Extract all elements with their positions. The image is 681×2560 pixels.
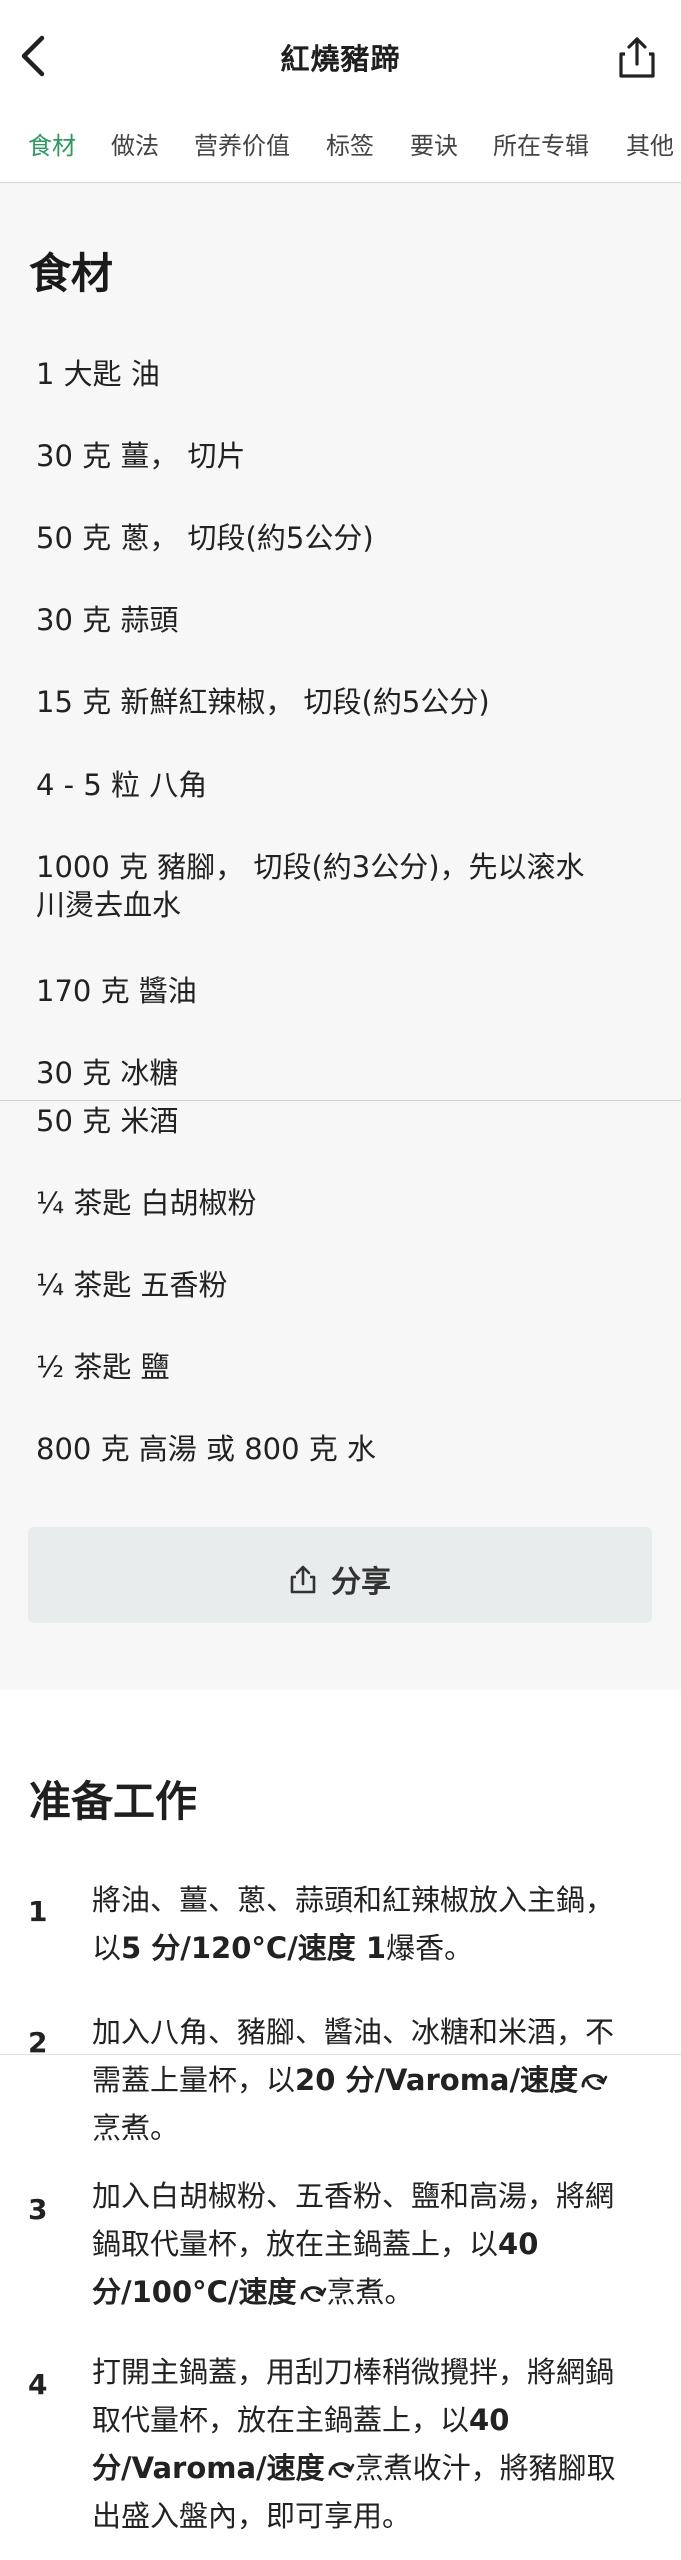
prep-title: 准备工作 (29, 1777, 198, 1826)
tab-method[interactable]: 做法 (111, 126, 159, 161)
ingredient-item: 50 克 蔥， 切段(約5公分) (36, 521, 374, 555)
reverse-stir-icon (581, 2074, 608, 2090)
tab-bar: 食材 做法 营养价值 标签 要诀 所在专辑 其他 (0, 118, 681, 183)
ingredient-item: ¼ 茶匙 五香粉 (36, 1268, 228, 1302)
step-text: 打開主鍋蓋，用刮刀棒稍微攪拌，將網鍋取代量杯，放在主鍋蓋上，以40 分/Varo… (92, 2355, 616, 2533)
step-number: 1 (28, 1895, 48, 1928)
tab-ingredients[interactable]: 食材 (28, 126, 76, 161)
ingredient-item: 1 大匙 油 (36, 357, 160, 391)
top-bar: 紅燒豬蹄 (0, 0, 681, 118)
step-number: 4 (28, 2368, 48, 2401)
ingredient-item: 15 克 新鮮紅辣椒， 切段(約5公分) (36, 685, 490, 719)
share-button[interactable]: 分享 (28, 1527, 652, 1623)
ingredients-title: 食材 (29, 249, 114, 298)
ingredient-item: 1000 克 豬腳， 切段(約3公分)，先以滚水川燙去血水 (36, 850, 585, 922)
tab-other[interactable]: 其他 (626, 126, 674, 161)
tab-tips[interactable]: 要诀 (410, 126, 458, 161)
ingredient-item: 4 - 5 粒 八角 (36, 768, 208, 802)
tab-collections[interactable]: 所在专辑 (493, 126, 589, 161)
step-number: 2 (28, 2026, 48, 2059)
share-icon[interactable] (615, 34, 659, 80)
ingredient-item: 50 克 米酒 (36, 1104, 179, 1138)
divider (0, 1100, 681, 1101)
ingredient-item: 30 克 薑， 切片 (36, 439, 246, 473)
share-icon (290, 1565, 316, 1594)
ingredient-item: ¼ 茶匙 白胡椒粉 (36, 1186, 257, 1220)
ingredient-item: 800 克 高湯 或 800 克 水 (36, 1432, 377, 1466)
step-text: 將油、薑、蔥、蒜頭和紅辣椒放入主鍋，以5 分/120°C/速度 1爆香。 (92, 1883, 615, 1965)
reverse-stir-icon (300, 2286, 326, 2302)
ingredient-item: 30 克 蒜頭 (36, 603, 179, 637)
tab-nutrition[interactable]: 营养价值 (194, 126, 290, 161)
ingredient-item: 30 克 冰糖 (36, 1056, 179, 1090)
page-title: 紅燒豬蹄 (280, 42, 401, 76)
step-text: 加入八角、豬腳、醬油、冰糖和米酒，不需蓋上量杯，以20 分/Varoma/速度烹… (92, 2015, 615, 2145)
tab-tags[interactable]: 标签 (326, 126, 374, 161)
ingredient-item: 170 克 醬油 (36, 974, 197, 1008)
step-number: 3 (28, 2193, 48, 2226)
step-text: 加入白胡椒粉、五香粉、鹽和高湯，將網鍋取代量杯，放在主鍋蓋上，以40 分/100… (92, 2179, 615, 2309)
share-button-label: 分享 (331, 1565, 391, 1600)
reverse-stir-icon (328, 2462, 354, 2478)
ingredient-item: ½ 茶匙 鹽 (36, 1350, 170, 1384)
